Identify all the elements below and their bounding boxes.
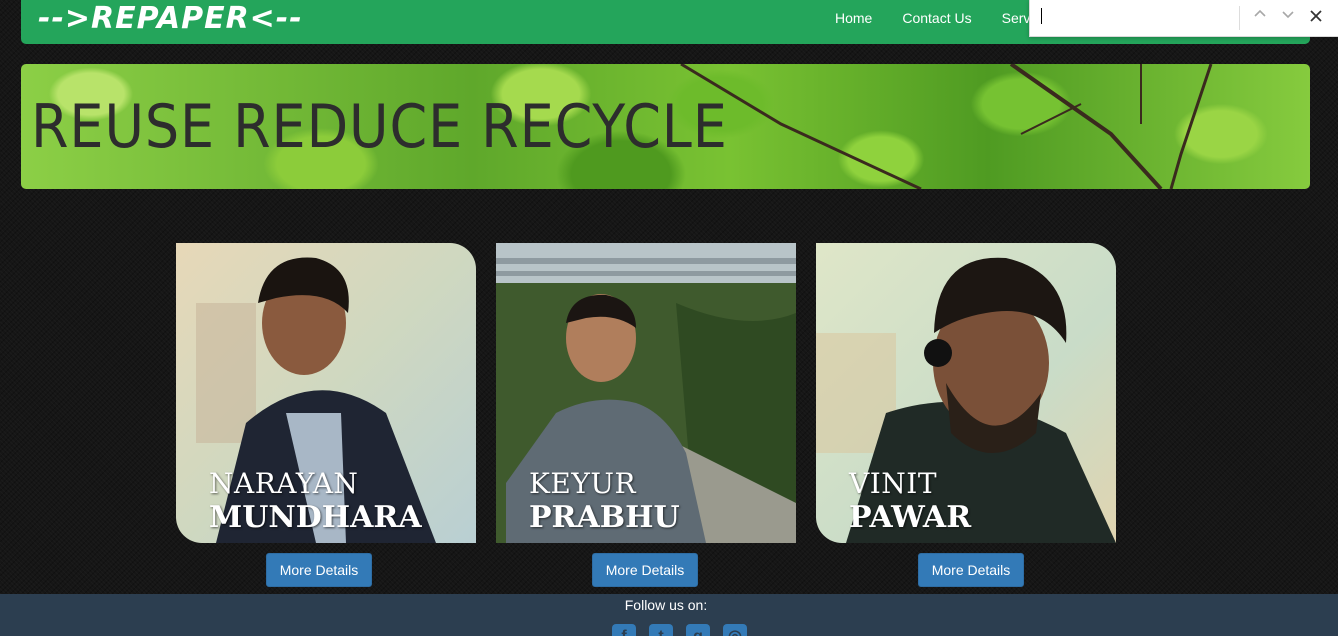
text-caret	[1041, 8, 1042, 24]
more-details-button[interactable]: More Details	[592, 553, 698, 587]
close-icon[interactable]	[1303, 4, 1329, 30]
team-card-keyur: KEYUR PRABHU More Details	[496, 243, 796, 587]
team-card-vinit: VINIT PAWAR More Details	[816, 243, 1116, 587]
hero-banner: REUSE REDUCE RECYCLE	[21, 64, 1310, 189]
brand-logo[interactable]: -->REPAPER<--	[38, 0, 303, 38]
profile-photo: KEYUR PRABHU	[496, 243, 796, 543]
find-input[interactable]	[1040, 6, 1238, 28]
follow-us-label: Follow us on:	[624, 597, 708, 613]
instagram-icon[interactable]: ◎	[723, 624, 747, 636]
more-details-button[interactable]: More Details	[918, 553, 1024, 587]
chevron-up-icon[interactable]	[1247, 4, 1273, 30]
member-name: VINIT PAWAR	[849, 467, 972, 535]
more-details-button[interactable]: More Details	[266, 553, 372, 587]
find-bar	[1029, 0, 1338, 37]
social-links: f t g ◎	[612, 624, 747, 636]
member-name: KEYUR PRABHU	[529, 467, 680, 535]
profile-photo: VINIT PAWAR	[816, 243, 1116, 543]
member-name: NARAYAN MUNDHARA	[209, 467, 422, 535]
footer: Follow us on: f t g ◎	[0, 594, 1338, 636]
twitter-icon[interactable]: t	[649, 624, 673, 636]
nav-contact-link[interactable]: Contact Us	[887, 0, 986, 36]
nav-home-link[interactable]: Home	[820, 0, 887, 36]
facebook-icon[interactable]: f	[612, 624, 636, 636]
profile-photo: NARAYAN MUNDHARA	[176, 243, 476, 543]
find-divider	[1239, 6, 1240, 30]
chevron-down-icon[interactable]	[1275, 4, 1301, 30]
googleplus-icon[interactable]: g	[686, 624, 710, 636]
team-card-narayan: NARAYAN MUNDHARA More Details	[176, 243, 476, 587]
banner-title: REUSE REDUCE RECYCLE	[31, 92, 728, 162]
